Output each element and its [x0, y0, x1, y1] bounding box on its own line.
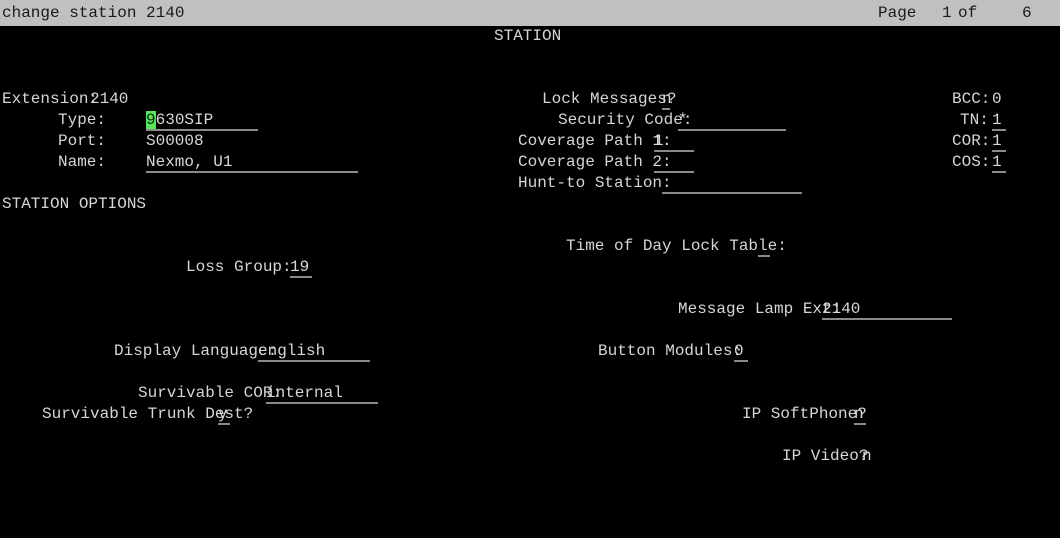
hunt-to-station-field[interactable] — [662, 173, 802, 194]
row-extension: Extension: 2140 Lock Messages? n BCC: 0 — [0, 89, 1060, 110]
bcc-value: 0 — [992, 90, 1002, 108]
title-bar: change station 2140 Page 1 of 6 — [0, 0, 1060, 26]
tn-field[interactable]: 1 — [992, 110, 1006, 131]
name-field[interactable]: Nexmo, U1 — [146, 152, 358, 173]
bcc-label: BCC: — [952, 90, 991, 108]
row-time-of-day-lock-table: Time of Day Lock Table: — [0, 236, 1060, 257]
row-port: Port: S00008 Coverage Path 1: 1 COR: 1 — [0, 131, 1060, 152]
extension-value: 2140 — [90, 90, 129, 108]
coverage-path-1-label: Coverage Path 1: — [518, 132, 672, 150]
survivable-cor-field[interactable]: internal — [266, 383, 378, 404]
display-language-field[interactable]: english — [258, 341, 370, 362]
cursor-block: 9 — [146, 111, 156, 129]
row-station-options: STATION OPTIONS — [0, 194, 1060, 215]
survivable-cor-label: Survivable COR: — [138, 384, 283, 402]
extension-label: Extension: — [2, 90, 99, 108]
type-value-tail: 630SIP — [155, 111, 214, 129]
type-field[interactable]: 9630SIP — [146, 110, 258, 131]
ip-softphone-label: IP SoftPhone? — [742, 405, 867, 423]
loss-group-label: Loss Group: — [186, 258, 292, 276]
ip-video-label: IP Video? — [782, 447, 869, 465]
coverage-path-1-field[interactable]: 1 — [654, 131, 694, 152]
page-total-number: 6 — [1022, 4, 1032, 22]
security-code-label: Security Code: — [558, 111, 693, 129]
security-code-field[interactable]: * — [678, 110, 786, 131]
section-heading-station-options: STATION OPTIONS — [2, 195, 147, 213]
page-of-text: of — [958, 4, 978, 22]
lock-messages-label: Lock Messages? — [542, 90, 677, 108]
loss-group-field[interactable]: 19 — [290, 257, 312, 278]
form-title-row: STATION — [0, 26, 1060, 47]
coverage-path-2-label: Coverage Path 2: — [518, 153, 672, 171]
hunt-to-station-label: Hunt-to Station: — [518, 174, 672, 192]
survivable-trunk-dest-field[interactable]: y — [218, 404, 230, 425]
name-label: Name: — [58, 153, 107, 171]
row-survivable-trunk-dest: Survivable Trunk Dest? y IP SoftPhone? n — [0, 404, 1060, 425]
page-title: STATION — [494, 27, 562, 45]
button-modules-field[interactable]: 0 — [734, 341, 748, 362]
cor-label: COR: — [952, 132, 991, 150]
message-lamp-ext-label: Message Lamp Ext: — [678, 300, 842, 318]
row-name: Name: Nexmo, U1 Coverage Path 2: COS: 1 — [0, 152, 1060, 173]
terminal-screen: change station 2140 Page 1 of 6 STATION … — [0, 0, 1060, 538]
coverage-path-2-field[interactable] — [654, 152, 694, 173]
type-label: Type: — [58, 111, 107, 129]
row-loss-group: Loss Group: 19 — [0, 257, 1060, 278]
cor-field[interactable]: 1 — [992, 131, 1006, 152]
message-lamp-ext-field[interactable]: 2140 — [822, 299, 952, 320]
page-label: Page — [878, 4, 917, 22]
port-label: Port: — [58, 132, 107, 150]
cos-field[interactable]: 1 — [992, 152, 1006, 173]
page-current-number: 1 — [942, 4, 952, 22]
lock-messages-field[interactable]: n — [662, 89, 672, 110]
time-of-day-lock-table-field[interactable] — [758, 236, 770, 257]
port-value: S00008 — [146, 132, 204, 150]
time-of-day-lock-table-label: Time of Day Lock Table: — [566, 237, 787, 255]
form-body: STATION Extension: 2140 Lock Messages? n… — [0, 26, 1060, 538]
ip-video-value[interactable]: n — [862, 446, 872, 467]
button-modules-label: Button Modules: — [598, 342, 743, 360]
tn-label: TN: — [960, 111, 989, 129]
ip-softphone-field[interactable]: n — [854, 404, 866, 425]
display-language-label: Display Language: — [114, 342, 278, 360]
row-display-language: Display Language: english Button Modules… — [0, 341, 1060, 362]
row-type: Type: 9630SIP Security Code: * TN: 1 — [0, 110, 1060, 131]
row-hunt-to-station: Hunt-to Station: — [0, 173, 1060, 194]
command-line-text: change station 2140 — [2, 4, 185, 22]
cos-label: COS: — [952, 153, 991, 171]
row-message-lamp-ext: Message Lamp Ext: 2140 — [0, 299, 1060, 320]
row-ip-video: IP Video? n — [0, 446, 1060, 467]
row-survivable-cor: Survivable COR: internal — [0, 383, 1060, 404]
